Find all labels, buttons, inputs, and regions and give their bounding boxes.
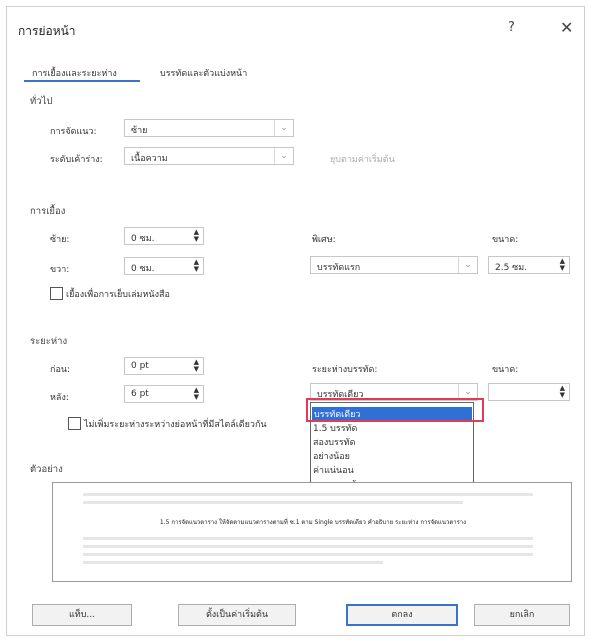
mirror-indents-checkbox[interactable] bbox=[50, 287, 63, 300]
chevron-down-icon: ⌄ bbox=[274, 120, 293, 136]
collapsed-by-default-label: ยุบตามค่าเริ่มต้น bbox=[330, 155, 395, 165]
cancel-button[interactable]: ยกเลิก bbox=[474, 604, 570, 626]
spin-arrows-icon[interactable]: ▲ ▼ bbox=[194, 229, 199, 243]
preview-heading: ตัวอย่าง bbox=[30, 464, 63, 475]
spacing-after-label: หลัง: bbox=[50, 393, 69, 403]
line-spacing-option-1-5[interactable]: 1.5 บรรทัด bbox=[313, 421, 357, 435]
preview-next-paragraph bbox=[83, 561, 383, 564]
alignment-value: ซ้าย bbox=[131, 126, 148, 136]
line-spacing-option-exactly[interactable]: ค่าแน่นอน bbox=[313, 463, 354, 477]
preview-next-paragraph bbox=[83, 545, 533, 548]
at-label: ขนาด: bbox=[492, 365, 519, 375]
alignment-label: การจัดแนว: bbox=[50, 127, 97, 137]
highlight-box bbox=[306, 398, 484, 422]
line-spacing-option-at-least[interactable]: อย่างน้อย bbox=[313, 449, 350, 463]
special-select[interactable]: บรรทัดแรก ⌄ bbox=[310, 256, 478, 274]
tabs-button[interactable]: แท็บ... bbox=[32, 604, 132, 626]
general-heading: ทั่วไป bbox=[30, 96, 53, 107]
preview-next-paragraph bbox=[83, 553, 533, 556]
outline-level-select[interactable]: เนื้อความ ⌄ bbox=[124, 147, 294, 165]
spacing-after-spinner[interactable]: 6 pt ▲ ▼ bbox=[124, 385, 204, 403]
alignment-select[interactable]: ซ้าย ⌄ bbox=[124, 119, 294, 137]
indent-right-label: ขวา: bbox=[50, 265, 70, 275]
tab-indents-spacing[interactable]: การเยื้องและระยะห่าง bbox=[32, 66, 117, 80]
spacing-before-spinner[interactable]: 0 pt ▲ ▼ bbox=[124, 357, 204, 375]
special-label: พิเศษ: bbox=[312, 235, 336, 245]
dont-add-space-checkbox[interactable] bbox=[68, 417, 81, 430]
line-spacing-option-double[interactable]: สองบรรทัด bbox=[313, 435, 355, 449]
spacing-after-value: 6 pt bbox=[131, 389, 149, 399]
spin-arrows-icon[interactable]: ▲ ▼ bbox=[194, 387, 199, 401]
spacing-heading: ระยะห่าง bbox=[30, 336, 68, 347]
indent-left-spinner[interactable]: 0 ซม. ▲ ▼ bbox=[124, 227, 204, 245]
spin-arrows-icon[interactable]: ▲ ▼ bbox=[194, 359, 199, 373]
active-tab-indicator bbox=[24, 80, 140, 82]
preview-box: 1.5 การจัดแนวตาราง ให้จัดตามแนวตารางตามท… bbox=[52, 482, 572, 582]
spacing-before-value: 0 pt bbox=[131, 361, 149, 371]
spin-arrows-icon[interactable]: ▲ ▼ bbox=[560, 385, 565, 399]
spin-arrows-icon[interactable]: ▲ ▼ bbox=[560, 258, 565, 272]
indent-left-value: 0 ซม. bbox=[131, 234, 155, 244]
indent-right-value: 0 ซม. bbox=[131, 264, 155, 274]
line-spacing-label: ระยะห่างบรรทัด: bbox=[312, 365, 378, 375]
ok-button[interactable]: ตกลง bbox=[346, 604, 458, 626]
spacing-before-label: ก่อน: bbox=[50, 365, 71, 375]
outline-level-value: เนื้อความ bbox=[131, 154, 168, 164]
by-value: 2.5 ซม. bbox=[495, 263, 528, 273]
close-icon[interactable]: ✕ bbox=[560, 18, 573, 37]
set-as-default-button[interactable]: ตั้งเป็นค่าเริ่มต้น bbox=[178, 604, 296, 626]
chevron-down-icon: ⌄ bbox=[274, 148, 293, 164]
help-button[interactable]: ? bbox=[508, 20, 515, 35]
dont-add-space-label: ไม่เพิ่มระยะห่างระหว่างย่อหน้าที่มีสไตล์… bbox=[84, 420, 267, 430]
dialog-title: การย่อหน้า bbox=[18, 24, 76, 38]
preview-prev-paragraph bbox=[83, 493, 533, 496]
spin-arrows-icon[interactable]: ▲ ▼ bbox=[194, 259, 199, 273]
preview-sample-text: 1.5 การจัดแนวตาราง ให้จัดตามแนวตารางตามท… bbox=[159, 519, 467, 526]
chevron-down-icon: ⌄ bbox=[458, 257, 477, 273]
mirror-indents-label: เยื้องเพื่อการเย็บเล่มหนังสือ bbox=[66, 290, 170, 300]
by-label: ขนาด: bbox=[492, 235, 519, 245]
special-value: บรรทัดแรก bbox=[317, 263, 361, 273]
outline-level-label: ระดับเค้าร่าง: bbox=[50, 155, 103, 165]
by-spinner[interactable]: 2.5 ซม. ▲ ▼ bbox=[488, 256, 570, 274]
at-spinner[interactable]: ▲ ▼ bbox=[488, 383, 570, 401]
indent-left-label: ซ้าย: bbox=[50, 235, 70, 245]
preview-next-paragraph bbox=[83, 537, 533, 540]
indentation-heading: การเยื้อง bbox=[30, 206, 66, 217]
indent-right-spinner[interactable]: 0 ซม. ▲ ▼ bbox=[124, 257, 204, 275]
tab-line-page-breaks[interactable]: บรรทัดและตัวแบ่งหน้า bbox=[160, 66, 247, 80]
preview-prev-paragraph bbox=[83, 501, 463, 504]
